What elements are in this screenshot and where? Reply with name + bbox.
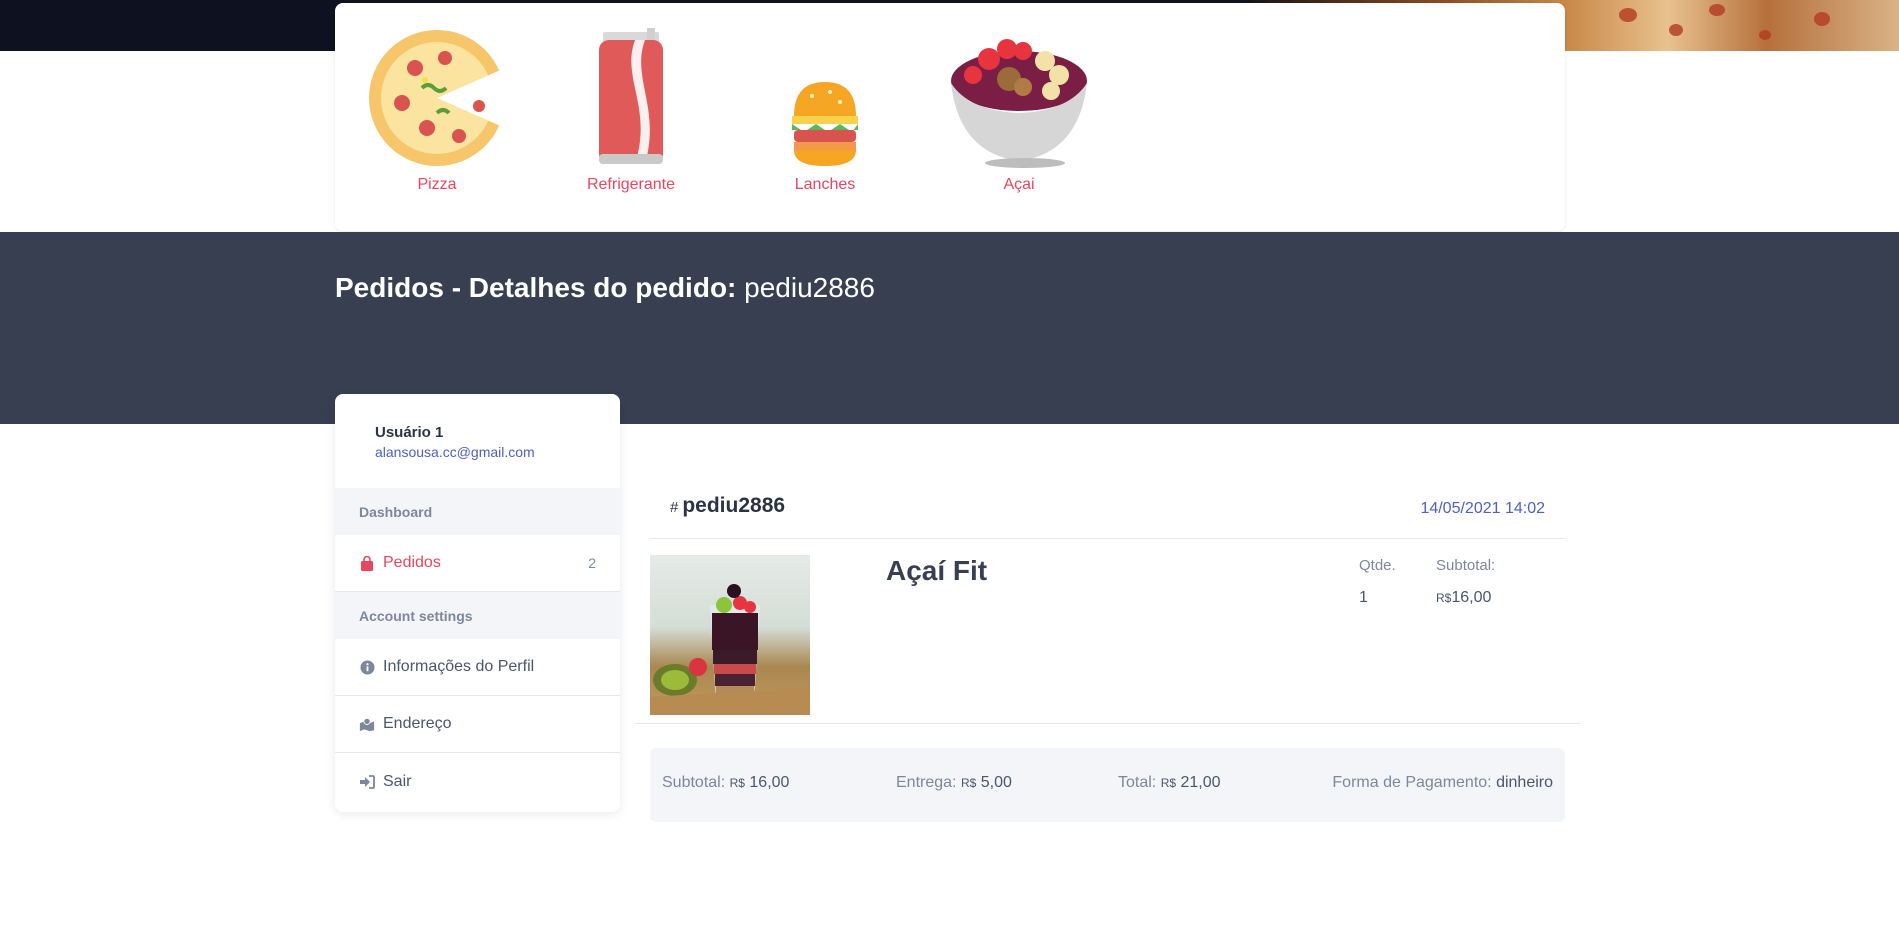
quantity-value: 1 bbox=[1359, 589, 1368, 606]
category-label: Pizza bbox=[417, 176, 457, 193]
sidebar-item-label: Pedidos bbox=[383, 554, 441, 571]
acai-bowl-icon bbox=[944, 3, 1094, 168]
category-refrigerante[interactable]: Refrigerante bbox=[556, 3, 706, 194]
map-marker-icon bbox=[359, 716, 375, 732]
summary-delivery-value: R$ 5,00 bbox=[961, 774, 1012, 791]
page-title-text: Pedidos - Detalhes do pedido: bbox=[335, 272, 737, 303]
summary-subtotal-label: Subtotal: bbox=[662, 774, 726, 791]
item-subtotal-value: R$16,00 bbox=[1436, 589, 1491, 607]
currency-symbol: R$ bbox=[729, 776, 745, 790]
summary-subtotal-value: R$ 16,00 bbox=[730, 774, 790, 791]
order-item-row: Açaí Fit Qtde. 1 Subtotal: R$16,00 bbox=[635, 540, 1580, 724]
currency-symbol: R$ bbox=[1436, 591, 1452, 605]
payment-method-label: Forma de Pagamento: bbox=[1332, 774, 1492, 791]
sign-out-icon bbox=[359, 774, 375, 790]
sidebar-item-label: Endereço bbox=[383, 715, 452, 732]
order-code: pediu2886 bbox=[682, 494, 786, 517]
sidebar-item-orders[interactable]: Pedidos 2 bbox=[335, 535, 620, 592]
category-label: Refrigerante bbox=[586, 176, 676, 193]
order-date: 14/05/2021 14:02 bbox=[1420, 500, 1545, 517]
pizza-icon bbox=[362, 3, 512, 168]
account-sidebar: Usuário 1 alansousa.cc@gmail.com Dashboa… bbox=[335, 394, 620, 812]
category-label: Lanches bbox=[794, 176, 856, 193]
payment-method-value: dinheiro bbox=[1496, 774, 1553, 791]
order-id: # pediu2886 bbox=[670, 494, 785, 518]
currency-symbol: R$ bbox=[1160, 776, 1177, 790]
summary-total-amount: 21,00 bbox=[1180, 774, 1221, 791]
quantity-label: Qtde. bbox=[1359, 557, 1396, 574]
summary-total: Total: R$ 21,00 bbox=[1118, 774, 1221, 792]
soda-can-icon bbox=[556, 3, 706, 168]
page-title-order-code: pediu2886 bbox=[744, 272, 875, 303]
sidebar-item-label: Sair bbox=[383, 772, 412, 790]
order-summary: Subtotal: R$ 16,00 Entrega: R$ 5,00 Tota… bbox=[650, 748, 1565, 822]
summary-payment: Forma de Pagamento: dinheiro bbox=[1332, 774, 1553, 792]
info-circle-icon bbox=[359, 659, 375, 675]
sidebar-item-logout[interactable]: Sair bbox=[335, 753, 620, 810]
user-info: Usuário 1 alansousa.cc@gmail.com bbox=[335, 394, 620, 488]
sidebar-item-address[interactable]: Endereço bbox=[335, 696, 620, 753]
summary-delivery-label: Entrega: bbox=[896, 774, 957, 791]
item-subtotal-label: Subtotal: bbox=[1436, 557, 1496, 574]
summary-total-label: Total: bbox=[1118, 774, 1157, 791]
page-hero bbox=[0, 232, 1899, 424]
product-image bbox=[650, 555, 810, 715]
order-header: # pediu2886 14/05/2021 14:02 bbox=[650, 480, 1565, 539]
order-hash: # bbox=[670, 499, 679, 516]
orders-count-badge: 2 bbox=[588, 555, 596, 571]
category-lanches[interactable]: Lanches bbox=[750, 3, 900, 194]
sidebar-item-profile[interactable]: Informações do Perfil bbox=[335, 639, 620, 696]
sidebar-item-label: Informações do Perfil bbox=[383, 658, 535, 675]
category-acai[interactable]: Açai bbox=[944, 3, 1094, 194]
product-name: Açaí Fit bbox=[886, 555, 988, 586]
category-pizza[interactable]: Pizza bbox=[362, 3, 512, 194]
user-name: Usuário 1 bbox=[375, 424, 444, 441]
shopping-bag-icon bbox=[359, 555, 375, 571]
category-label: Açai bbox=[1003, 176, 1035, 193]
category-bar: Pizza Refrigerante Lanches Açai bbox=[335, 3, 1565, 231]
section-heading-dashboard: Dashboard bbox=[335, 488, 620, 535]
summary-total-value: R$ 21,00 bbox=[1161, 774, 1221, 791]
item-subtotal-amount: 16,00 bbox=[1451, 589, 1492, 606]
burger-icon bbox=[750, 3, 900, 168]
summary-delivery: Entrega: R$ 5,00 bbox=[896, 774, 1012, 792]
user-email: alansousa.cc@gmail.com bbox=[375, 444, 535, 460]
page-title: Pedidos - Detalhes do pedido: pediu2886 bbox=[335, 272, 875, 304]
currency-symbol: R$ bbox=[960, 776, 977, 790]
section-heading-account: Account settings bbox=[335, 592, 620, 639]
summary-subtotal: Subtotal: R$ 16,00 bbox=[662, 774, 789, 792]
summary-delivery-amount: 5,00 bbox=[980, 774, 1012, 791]
summary-subtotal-amount: 16,00 bbox=[749, 774, 790, 791]
